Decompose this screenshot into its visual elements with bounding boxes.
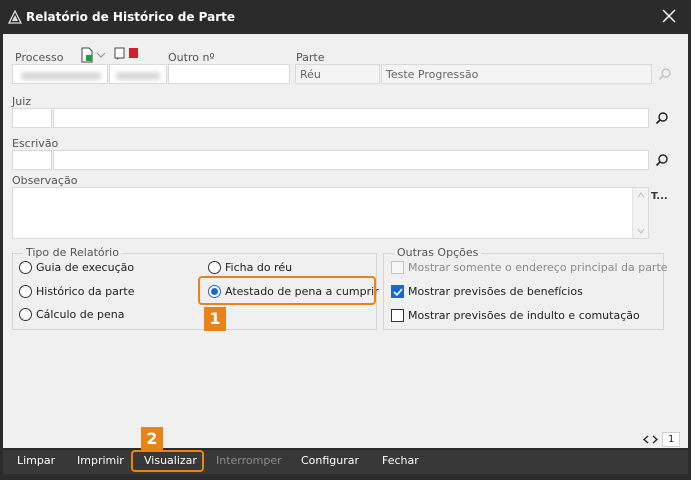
fechar-button[interactable]: Fechar bbox=[382, 454, 419, 467]
observacao-textarea[interactable] bbox=[12, 187, 649, 239]
parte-tipo-field: Réu bbox=[295, 64, 380, 84]
highlight-step-1 bbox=[198, 276, 376, 305]
text-format-button[interactable]: T... bbox=[651, 191, 668, 202]
outro-numero-field[interactable] bbox=[168, 64, 290, 84]
parte-nome-field: Teste Progressão bbox=[381, 64, 652, 84]
checkbox bbox=[391, 309, 404, 322]
radio-ficha-reu[interactable]: Ficha do réu bbox=[208, 261, 292, 274]
next-page-icon[interactable] bbox=[652, 435, 659, 444]
processo-label: Processo bbox=[15, 51, 64, 64]
escrivao-code-field[interactable] bbox=[12, 150, 52, 170]
juiz-label: Juiz bbox=[12, 95, 32, 108]
report-window: Relatório de Histórico de Parte Processo… bbox=[0, 0, 691, 480]
radio-circle bbox=[19, 308, 32, 321]
note-icon[interactable] bbox=[114, 47, 126, 61]
title-bar: Relatório de Histórico de Parte bbox=[0, 0, 691, 34]
checkbox-checked bbox=[391, 285, 404, 298]
pager: 1 bbox=[642, 432, 681, 447]
escrivao-search-icon[interactable] bbox=[655, 153, 669, 167]
window-title: Relatório de Histórico de Parte bbox=[26, 10, 236, 24]
outras-opcoes-title: Outras Opções bbox=[394, 246, 482, 259]
outro-numero-label: Outro nº bbox=[168, 51, 215, 64]
app-logo-icon bbox=[8, 10, 22, 24]
observacao-scrollbar[interactable] bbox=[632, 188, 648, 238]
parte-search-icon bbox=[658, 68, 671, 81]
radio-circle bbox=[19, 285, 32, 298]
parte-label: Parte bbox=[296, 51, 325, 64]
checkmark-icon bbox=[393, 288, 403, 297]
scroll-down-icon[interactable] bbox=[637, 228, 645, 234]
processo-field-1[interactable] bbox=[12, 64, 108, 84]
juiz-search-icon[interactable] bbox=[655, 111, 669, 125]
escrivao-label: Escrivão bbox=[12, 137, 59, 150]
scroll-up-icon[interactable] bbox=[637, 192, 645, 198]
tipo-relatorio-title: Tipo de Relatório bbox=[23, 246, 122, 259]
radio-circle bbox=[208, 261, 221, 274]
bottom-toolbar: Limpar Imprimir Visualizar Interromper C… bbox=[3, 450, 688, 474]
radio-historico-parte[interactable]: Histórico da parte bbox=[19, 285, 135, 298]
juiz-name-field[interactable] bbox=[53, 108, 649, 128]
check-indulto-comutacao[interactable]: Mostrar previsões de indulto e comutação bbox=[391, 309, 640, 322]
juiz-code-field[interactable] bbox=[12, 108, 52, 128]
configurar-button[interactable]: Configurar bbox=[301, 454, 359, 467]
document-green-icon[interactable] bbox=[80, 47, 94, 63]
step-badge-2: 2 bbox=[141, 427, 163, 451]
check-endereco-principal: Mostrar somente o endereço principal da … bbox=[391, 261, 668, 274]
highlight-step-2 bbox=[131, 450, 204, 472]
radio-circle bbox=[19, 261, 32, 274]
observacao-label: Observação bbox=[12, 174, 78, 187]
processo-field-2[interactable] bbox=[109, 64, 167, 84]
chevron-down-icon[interactable] bbox=[96, 51, 106, 59]
checkbox bbox=[391, 261, 404, 274]
prev-page-icon[interactable] bbox=[642, 435, 649, 444]
radio-guia-execucao[interactable]: Guia de execução bbox=[19, 261, 134, 274]
radio-calculo-pena[interactable]: Cálculo de pena bbox=[19, 308, 125, 321]
imprimir-button[interactable]: Imprimir bbox=[77, 454, 124, 467]
page-number[interactable]: 1 bbox=[662, 432, 681, 447]
red-flag-icon[interactable] bbox=[129, 48, 138, 58]
limpar-button[interactable]: Limpar bbox=[17, 454, 55, 467]
form-panel: Processo Outro nº Parte Réu Teste Progre… bbox=[3, 34, 688, 451]
escrivao-name-field[interactable] bbox=[53, 150, 649, 170]
close-icon[interactable] bbox=[661, 8, 677, 24]
interromper-button: Interromper bbox=[216, 454, 282, 467]
check-previsoes-beneficios[interactable]: Mostrar previsões de benefícios bbox=[391, 285, 583, 298]
step-badge-1: 1 bbox=[204, 307, 226, 331]
